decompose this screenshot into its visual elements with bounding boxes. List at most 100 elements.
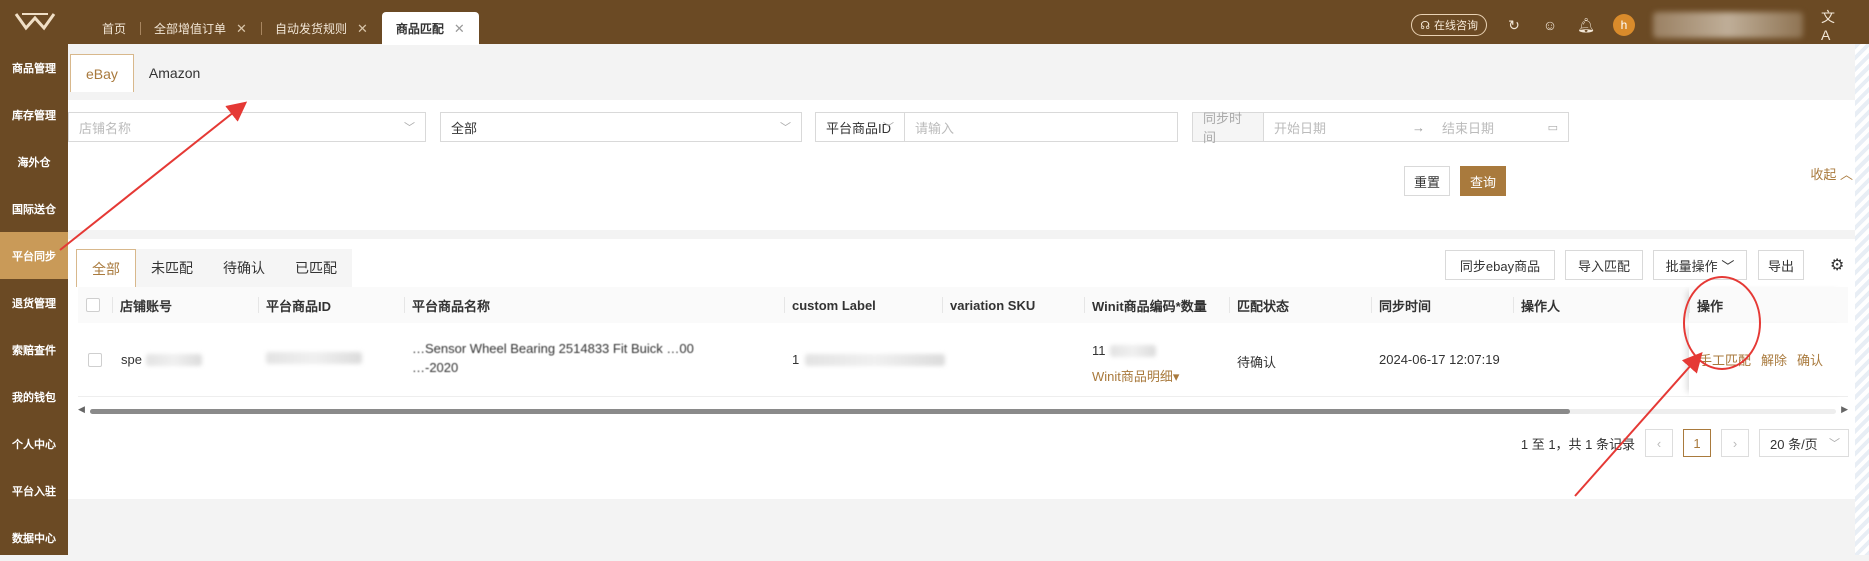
page-size-value: 20 条/页 (1770, 436, 1818, 452)
tab-auto-ship-rules[interactable]: 自动发货规则 ✕ (260, 12, 382, 45)
sidebar-item[interactable]: 索赔查件 (0, 326, 68, 373)
caret-down-icon: ▾ (1172, 369, 1180, 384)
tab-product-matching[interactable]: 商品匹配 ✕ (381, 12, 479, 45)
message-icon[interactable]: ☺ (1541, 16, 1559, 34)
headset-icon: ☊ (1420, 19, 1430, 32)
filter-panel: 店铺名称 ﹀ 全部 ﹀ 平台商品ID ﹀ 请输入 同步时间 开始日期 → 结束日期 ▭… (68, 100, 1869, 230)
tab-label: 商品匹配 (395, 22, 444, 36)
main-content: eBay Amazon 店铺名称 ﹀ 全部 ﹀ 平台商品ID ﹀ 请输入 同步时间 开… (68, 44, 1869, 555)
pagination: 1 至 1，共 1 条记录 ‹ 1 › 20 条/页 ﹀ (1521, 429, 1849, 457)
id-input[interactable]: 请输入 (904, 112, 1178, 142)
status-tabs: 全部 未匹配 待确认 已匹配 (76, 249, 352, 287)
tab-amazon[interactable]: Amazon (134, 54, 215, 92)
header-title: 平台商品名称 (404, 287, 784, 323)
shop-cell: spe (121, 352, 202, 367)
winit-code-value: 11 (1092, 343, 1106, 358)
online-consult-button[interactable]: ☊ 在线咨询 (1411, 14, 1487, 36)
close-icon[interactable]: ✕ (454, 21, 465, 37)
winit-logo[interactable] (14, 10, 56, 32)
right-edge-strip (1855, 44, 1869, 555)
row-checkbox[interactable] (88, 353, 102, 367)
tab-label: 自动发货规则 (274, 22, 347, 36)
sync-label: 同步时间 (1203, 111, 1243, 145)
calendar-icon: ▭ (1547, 121, 1558, 134)
sidebar-item[interactable]: 平台入驻 (0, 467, 68, 514)
sync-time-label: 同步时间 (1192, 111, 1264, 145)
next-page-button[interactable]: › (1721, 429, 1749, 457)
end-date-placeholder: 结束日期 (1442, 120, 1495, 136)
header-match-status: 匹配状态 (1229, 287, 1371, 323)
refresh-icon[interactable]: ↻ (1505, 16, 1523, 34)
batch-label: 批量操作 (1665, 258, 1718, 274)
tab-all[interactable]: 全部 (76, 249, 136, 287)
close-icon[interactable]: ✕ (357, 21, 368, 37)
redacted-text (266, 352, 362, 364)
header-sync-time: 同步时间 (1371, 287, 1513, 323)
import-match-button[interactable]: 导入匹配 (1565, 250, 1643, 280)
tab-home[interactable]: 首页 (88, 12, 140, 45)
scroll-thumb[interactable] (90, 409, 1570, 414)
confirm-link[interactable]: 确认 (1797, 350, 1823, 369)
actions-cell: 手工匹配 解除 确认 (1689, 323, 1848, 396)
start-date-placeholder: 开始日期 (1274, 120, 1327, 136)
scroll-right-icon[interactable]: ▶ (1841, 404, 1848, 415)
tab-label: 全部增值订单 (154, 22, 227, 36)
tab-matched[interactable]: 已匹配 (280, 249, 352, 287)
sync-time-value: 2024-06-17 12:07:19 (1379, 352, 1500, 367)
sidebar-item[interactable]: 个人中心 (0, 420, 68, 467)
close-icon[interactable]: ✕ (236, 21, 247, 37)
sidebar-item[interactable]: 商品管理 (0, 44, 68, 91)
sidebar-item[interactable]: 退货管理 (0, 279, 68, 326)
status-select[interactable]: 全部 ﹀ (440, 112, 802, 142)
title-line-2: …-2020 (412, 360, 459, 375)
tab-ebay[interactable]: eBay (70, 54, 134, 92)
scroll-left-icon[interactable]: ◀ (78, 404, 85, 415)
tab-unmatched[interactable]: 未匹配 (136, 249, 208, 287)
shop-value: spe (121, 352, 142, 367)
date-range-picker[interactable]: 开始日期 → 结束日期 ▭ (1263, 112, 1569, 142)
sidebar: 商品管理 库存管理 海外仓 国际送仓 平台同步 退货管理 索赔查件 我的钱包 个人中心 平台入驻数… (0, 44, 68, 555)
user-name-blurred[interactable] (1653, 12, 1803, 38)
id-type-select[interactable]: 平台商品ID ﹀ (815, 112, 905, 142)
prev-page-button[interactable]: ‹ (1645, 429, 1673, 457)
shop-select[interactable]: 店铺名称 ﹀ (68, 112, 426, 142)
id-placeholder: 请输入 (915, 120, 955, 136)
sidebar-item[interactable]: 库存管理 (0, 91, 68, 138)
table-row: spe …Sensor Wheel Bearing 2514833 Fit Bu… (78, 323, 1848, 397)
unbind-link[interactable]: 解除 (1761, 350, 1787, 369)
winit-detail-label: Winit商品明细 (1092, 369, 1173, 384)
collapse-toggle[interactable]: 收起 ︿ (1810, 164, 1853, 183)
winit-detail-link[interactable]: Winit商品明细▾ (1092, 366, 1179, 385)
match-status-value: 待确认 (1237, 355, 1277, 370)
page-size-select[interactable]: 20 条/页 ﹀ (1759, 429, 1849, 457)
sidebar-item[interactable]: 海外仓 (0, 138, 68, 185)
chevron-down-icon: ﹀ (1829, 438, 1840, 450)
range-arrow: → (1412, 119, 1425, 135)
header-winit-code: Winit商品编码*数量 (1084, 287, 1229, 323)
title-line-1: …Sensor Wheel Bearing 2514833 Fit Buick … (412, 341, 694, 356)
consult-label: 在线咨询 (1434, 20, 1478, 32)
page-number[interactable]: 1 (1683, 429, 1711, 457)
sidebar-item[interactable]: 数据中心 (0, 514, 68, 561)
pager-summary: 1 至 1，共 1 条记录 (1520, 436, 1635, 452)
manual-match-link[interactable]: 手工匹配 (1699, 350, 1751, 369)
batch-actions-button[interactable]: 批量操作 ﹀ (1653, 250, 1747, 280)
status-value: 全部 (451, 120, 478, 136)
horizontal-scrollbar[interactable]: ◀ ▶ (78, 404, 1848, 416)
header-shop: 店铺账号 (112, 287, 258, 323)
tab-pending[interactable]: 待确认 (208, 249, 280, 287)
settings-gear-icon[interactable]: ⚙ (1830, 255, 1844, 275)
bell-icon[interactable]: 🔔︎ (1577, 16, 1595, 34)
query-button[interactable]: 查询 (1460, 166, 1506, 196)
sidebar-item[interactable]: 平台同步 (0, 232, 68, 279)
avatar[interactable]: h (1613, 14, 1635, 36)
tab-all-orders[interactable]: 全部增值订单 ✕ (140, 12, 261, 45)
sidebar-item[interactable]: 国际送仓 (0, 185, 68, 232)
translate-icon[interactable]: 文A (1821, 9, 1839, 43)
reset-button[interactable]: 重置 (1404, 166, 1450, 196)
sync-ebay-button[interactable]: 同步ebay商品 (1445, 250, 1555, 280)
redacted-text (805, 353, 946, 366)
export-button[interactable]: 导出 (1758, 250, 1804, 280)
select-all-checkbox[interactable] (86, 298, 100, 312)
sidebar-item[interactable]: 我的钱包 (0, 373, 68, 420)
